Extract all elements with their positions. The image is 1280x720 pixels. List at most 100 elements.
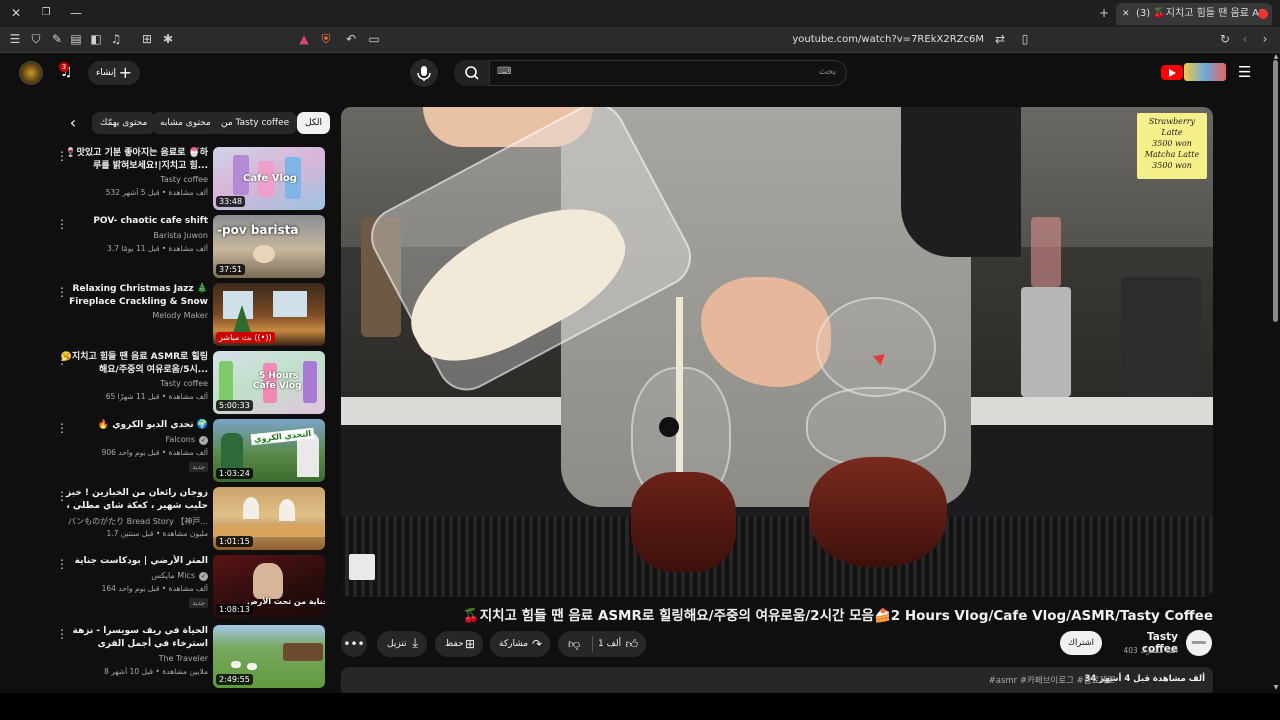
chip-from-channel[interactable]: من Tasty coffee: [213, 112, 298, 134]
chip-all[interactable]: الكل: [297, 112, 331, 134]
related-video-title[interactable]: 🍷맛있고 기분 좋아지는 음료로 🍧하루를 밝혀보세요!|지치고 힘...: [58, 147, 208, 173]
like-icon[interactable]: 👍︎: [625, 631, 638, 657]
video-thumbnail[interactable]: 1:01:15: [213, 487, 325, 550]
related-video-title[interactable]: الحياة في ريف سويسرا - نزهة استرخاء في أ…: [58, 625, 208, 651]
price-sign-line: Matcha Latte: [1144, 150, 1200, 159]
video-thumbnail[interactable]: 5 Hours Cafe Vlog 5:00:33: [213, 351, 325, 414]
youtube-logo-icon[interactable]: [1161, 65, 1183, 80]
undo-icon[interactable]: ↶: [343, 31, 359, 47]
related-video-channel[interactable]: Falcons: [58, 435, 208, 444]
keyboard-icon[interactable]: ⌨: [497, 66, 511, 77]
dislike-icon[interactable]: 👎︎: [568, 631, 580, 657]
channel-avatar[interactable]: [1186, 630, 1212, 656]
chips-prev-icon[interactable]: ‹: [62, 112, 84, 134]
related-video-channel[interactable]: مايكس Mics: [58, 571, 208, 580]
search-input[interactable]: بحث ⌨: [454, 60, 847, 86]
like-dislike-group: 👎︎ 1 ألف 👍︎: [558, 631, 646, 657]
video-title: 🍒지치고 힘들 땐 음료 ASMR로 힐링해요/주중의 여유로움/2시간 모음🍰…: [462, 608, 1213, 624]
related-video-title[interactable]: المتر الأرضي | بودكاست جناية: [58, 555, 208, 568]
related-video-item[interactable]: ⋮ 🥱지치고 힘들 땐 음료 ASMR로 힐링해요/주중의 여유로움/5시...…: [56, 351, 326, 415]
related-video-channel[interactable]: Tasty coffee: [58, 175, 208, 184]
video-thumbnail[interactable]: 2:49:55: [213, 625, 325, 688]
thumbnail-text: جناية من تحت الأرض !: [247, 597, 325, 606]
guide-menu-icon[interactable]: ☰: [1238, 63, 1254, 81]
back-icon[interactable]: ‹: [1237, 31, 1253, 47]
subscribe-button[interactable]: اشتراك: [1060, 631, 1102, 655]
save-button[interactable]: حفظ ⊞: [435, 631, 483, 657]
sidebar-icon[interactable]: ◧: [88, 31, 104, 47]
reload-icon[interactable]: ↻: [1217, 31, 1233, 47]
chip-for-you[interactable]: محتوى يهمّك: [92, 112, 156, 134]
shield-icon[interactable]: ⛉: [28, 31, 44, 47]
voice-search-button[interactable]: [410, 59, 438, 87]
related-video-item[interactable]: ⋮ زوجان رائعان من الخبازين ! خبز حليب شه…: [56, 487, 326, 551]
channel-watermark[interactable]: [349, 554, 375, 580]
address-bar[interactable]: youtube.com/watch?v=7REkX2RZc6M: [600, 30, 1010, 50]
browser-toolbar: ☰ ⛉ ✎ ▤ ◧ ♫ ⊞ ✱ ▲ ⛨ ↶ ▭ youtube.com/watc…: [0, 27, 1280, 53]
extension-icon[interactable]: ✱: [160, 31, 176, 47]
related-video-item[interactable]: ⋮ 🔥 تحدي الدبو الكروي 🌍 Falcons ✓ 906 أل…: [56, 419, 326, 483]
reader-icon[interactable]: ▤: [68, 31, 84, 47]
screenshot-icon[interactable]: ⊞: [139, 31, 155, 47]
scroll-up-icon[interactable]: ▲: [1273, 53, 1279, 60]
related-video-meta: 65 ألف مشاهدة • قبل 11 شهرًا: [105, 392, 208, 401]
related-video-channel[interactable]: パンものがたり Bread Story 【神戸...: [58, 516, 208, 527]
search-button[interactable]: [454, 60, 490, 86]
related-video-item[interactable]: ⋮ Relaxing Christmas Jazz 🎄 Fireplace Cr…: [56, 283, 326, 347]
related-video-channel[interactable]: Barista Juwon: [58, 231, 208, 240]
chip-related[interactable]: محتوى مشابه: [152, 112, 219, 134]
share-icon: ↷: [531, 637, 542, 651]
description-hashtags[interactable]: #asmr #카페브이로그 #음료제조: [989, 674, 1115, 686]
video-thumbnail[interactable]: جناية من تحت الأرض ! 1:08:13: [213, 555, 325, 618]
new-tab-icon[interactable]: +: [1096, 5, 1112, 21]
bookmark-icon[interactable]: ▯: [1017, 31, 1033, 47]
related-video-title[interactable]: POV- chaotic cafe shift: [58, 215, 208, 228]
bottom-bar: [0, 693, 1280, 720]
forward-icon[interactable]: ›: [1257, 31, 1273, 47]
menu-icon[interactable]: ☰: [7, 31, 23, 47]
more-horizontal-icon: •••: [343, 637, 365, 651]
related-video-channel[interactable]: Melody Maker: [58, 311, 208, 320]
related-video-item[interactable]: ⋮ الحياة في ريف سويسرا - نزهة استرخاء في…: [56, 625, 326, 689]
related-video-item[interactable]: ⋮ POV- chaotic cafe shift Barista Juwon …: [56, 215, 326, 279]
scrollbar-thumb[interactable]: [1273, 60, 1278, 322]
related-video-meta: 532 ألف مشاهدة • قبل 5 أشهر: [105, 188, 208, 197]
tab-audio-icon[interactable]: [1258, 9, 1268, 19]
video-thumbnail[interactable]: Cafe Vlog 33:48: [213, 147, 325, 210]
related-video-title[interactable]: 🔥 تحدي الدبو الكروي 🌍: [58, 419, 208, 432]
verified-icon: ✓: [199, 572, 208, 581]
like-divider: [592, 636, 593, 652]
more-actions-button[interactable]: •••: [341, 631, 367, 657]
video-player[interactable]: Strawberry Latte 3500 won Matcha Latte 3…: [341, 107, 1213, 597]
related-video-item[interactable]: ⋮ 🍷맛있고 기분 좋아지는 음료로 🍧하루를 밝혀보세요!|지치고 힘... …: [56, 147, 326, 211]
video-thumbnail[interactable]: بث مباشر ((•)): [213, 283, 325, 346]
create-button[interactable]: إنشاء +: [88, 61, 140, 85]
brave-shield-icon[interactable]: ⛨: [318, 31, 334, 47]
tv-icon[interactable]: ▭: [366, 31, 382, 47]
download-label: تنزيل: [387, 639, 407, 649]
related-video-title[interactable]: 🥱지치고 힘들 땐 음료 ASMR로 힐링해요/주중의 여유로움/5시...: [58, 351, 208, 377]
download-button[interactable]: تنزيل ⤓: [377, 631, 427, 657]
scroll-down-icon[interactable]: ▼: [1273, 684, 1279, 691]
restore-window-icon[interactable]: ❐: [38, 5, 54, 21]
minimize-window-icon[interactable]: —: [68, 5, 84, 21]
share-button[interactable]: مشاركة ↷: [490, 631, 550, 657]
account-avatar[interactable]: [19, 61, 43, 85]
close-window-icon[interactable]: ✕: [8, 5, 24, 21]
doodle-logo[interactable]: [1184, 63, 1226, 81]
related-video-title[interactable]: زوجان رائعان من الخبازين ! خبز حليب شهير…: [58, 487, 208, 513]
video-thumbnail[interactable]: التحدي الكروي 1:03:24: [213, 419, 325, 482]
music-icon[interactable]: ♫: [108, 31, 124, 47]
related-video-item[interactable]: ⋮ المتر الأرضي | بودكاست جناية مايكس Mic…: [56, 555, 326, 619]
tab-close-icon[interactable]: ✕: [1122, 3, 1130, 25]
price-sign-line: Strawberry: [1148, 117, 1196, 126]
related-video-channel[interactable]: The Traveler: [58, 654, 208, 663]
triangle-icon[interactable]: ▲: [296, 31, 312, 47]
active-tab[interactable]: ✕ (3) 🍒지치고 힘들 땐 음료 AS: [1116, 3, 1272, 25]
translate-icon[interactable]: ⇄: [992, 31, 1008, 47]
pen-icon[interactable]: ✎: [49, 31, 65, 47]
related-video-title[interactable]: Relaxing Christmas Jazz 🎄 Fireplace Crac…: [58, 283, 208, 309]
like-count[interactable]: 1 ألف: [598, 631, 621, 657]
video-thumbnail[interactable]: -pov barista 37:51: [213, 215, 325, 278]
related-video-channel[interactable]: Tasty coffee: [58, 379, 208, 388]
